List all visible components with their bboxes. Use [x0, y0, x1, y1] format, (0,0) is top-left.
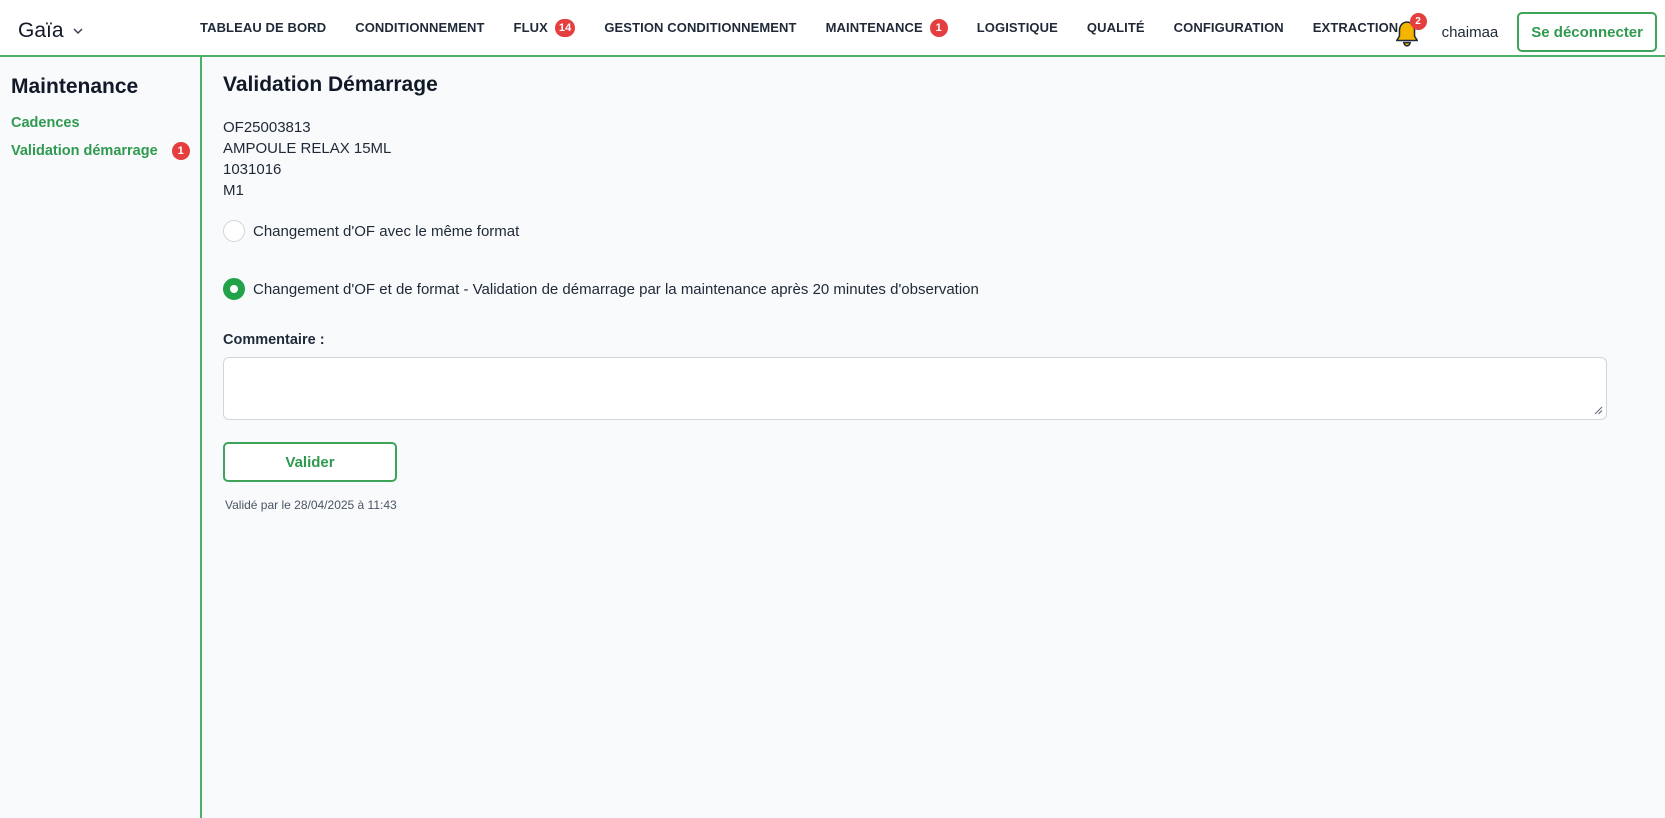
logout-button[interactable]: Se déconnecter — [1517, 12, 1657, 52]
validate-button[interactable]: Valider — [223, 442, 397, 482]
user-area: 2 chaimaa Se déconnecter — [1394, 12, 1657, 52]
nav-maintenance[interactable]: MAINTENANCE 1 — [825, 18, 948, 37]
nav-qualite[interactable]: QUALITÉ — [1087, 20, 1145, 35]
sidebar: Maintenance Cadences Validation démarrag… — [0, 57, 202, 818]
nav-label: CONFIGURATION — [1173, 20, 1284, 35]
username: chaimaa — [1441, 23, 1499, 41]
comment-textarea[interactable] — [223, 357, 1607, 420]
resize-handle-icon[interactable] — [1593, 405, 1603, 415]
sidebar-item-validation-demarrage[interactable]: Validation démarrage 1 — [11, 142, 190, 160]
maintenance-count-badge: 1 — [929, 18, 948, 37]
nav-label: MAINTENANCE — [825, 20, 923, 35]
nav-label: FLUX — [513, 20, 548, 35]
flux-count-badge: 14 — [554, 18, 576, 37]
product-name: AMPOULE RELAX 15ML — [223, 140, 392, 157]
nav-label: QUALITÉ — [1086, 20, 1145, 35]
validation-count-badge: 1 — [171, 142, 190, 160]
nav-logistique[interactable]: LOGISTIQUE — [977, 20, 1058, 35]
machine-code: M1 — [223, 182, 244, 199]
comment-label: Commentaire : — [223, 332, 325, 348]
product-code: 1031016 — [223, 161, 282, 178]
brand-menu[interactable]: Gaïa — [18, 19, 84, 43]
option-label: Changement d'OF et de format - Validatio… — [253, 280, 979, 298]
sidebar-item-label: Validation démarrage — [11, 143, 158, 159]
main-content: Validation Démarrage OF25003813 AMPOULE … — [223, 57, 1643, 818]
nav-label: GESTION CONDITIONNEMENT — [604, 20, 797, 35]
sidebar-item-cadences[interactable]: Cadences — [11, 115, 80, 131]
option-format-change[interactable]: Changement d'OF et de format - Validatio… — [223, 278, 979, 300]
chevron-down-icon — [73, 28, 83, 35]
notifications-button[interactable]: 2 — [1394, 13, 1427, 47]
radio-checked[interactable] — [223, 278, 245, 300]
nav-configuration[interactable]: CONFIGURATION — [1174, 20, 1284, 35]
sidebar-item-label: Cadences — [11, 115, 80, 131]
nav-label: EXTRACTION — [1312, 20, 1399, 35]
validation-status: Validé par le 28/04/2025 à 11:43 — [225, 498, 397, 512]
nav-conditionnement[interactable]: CONDITIONNEMENT — [355, 20, 484, 35]
main-nav: TABLEAU DE BORD CONDITIONNEMENT FLUX 14 … — [200, 0, 1427, 55]
nav-tableau-de-bord[interactable]: TABLEAU DE BORD — [200, 20, 326, 35]
nav-gestion-conditionnement[interactable]: GESTION CONDITIONNEMENT — [604, 20, 796, 35]
sidebar-title: Maintenance — [11, 75, 139, 98]
top-navigation-bar: Gaïa TABLEAU DE BORD CONDITIONNEMENT FLU… — [0, 0, 1665, 57]
nav-label: TABLEAU DE BORD — [200, 20, 327, 35]
nav-label: CONDITIONNEMENT — [355, 20, 485, 35]
brand-name: Gaïa — [18, 19, 64, 42]
page-title: Validation Démarrage — [223, 73, 438, 96]
nav-extraction[interactable]: EXTRACTION — [1313, 20, 1399, 35]
option-label: Changement d'OF avec le même format — [253, 222, 520, 240]
of-number: OF25003813 — [223, 119, 311, 136]
radio-unchecked[interactable] — [223, 220, 245, 242]
nav-label: LOGISTIQUE — [976, 20, 1058, 35]
notifications-count-badge: 2 — [1409, 13, 1427, 30]
option-same-format[interactable]: Changement d'OF avec le même format — [223, 220, 519, 242]
nav-flux[interactable]: FLUX 14 — [513, 18, 576, 37]
